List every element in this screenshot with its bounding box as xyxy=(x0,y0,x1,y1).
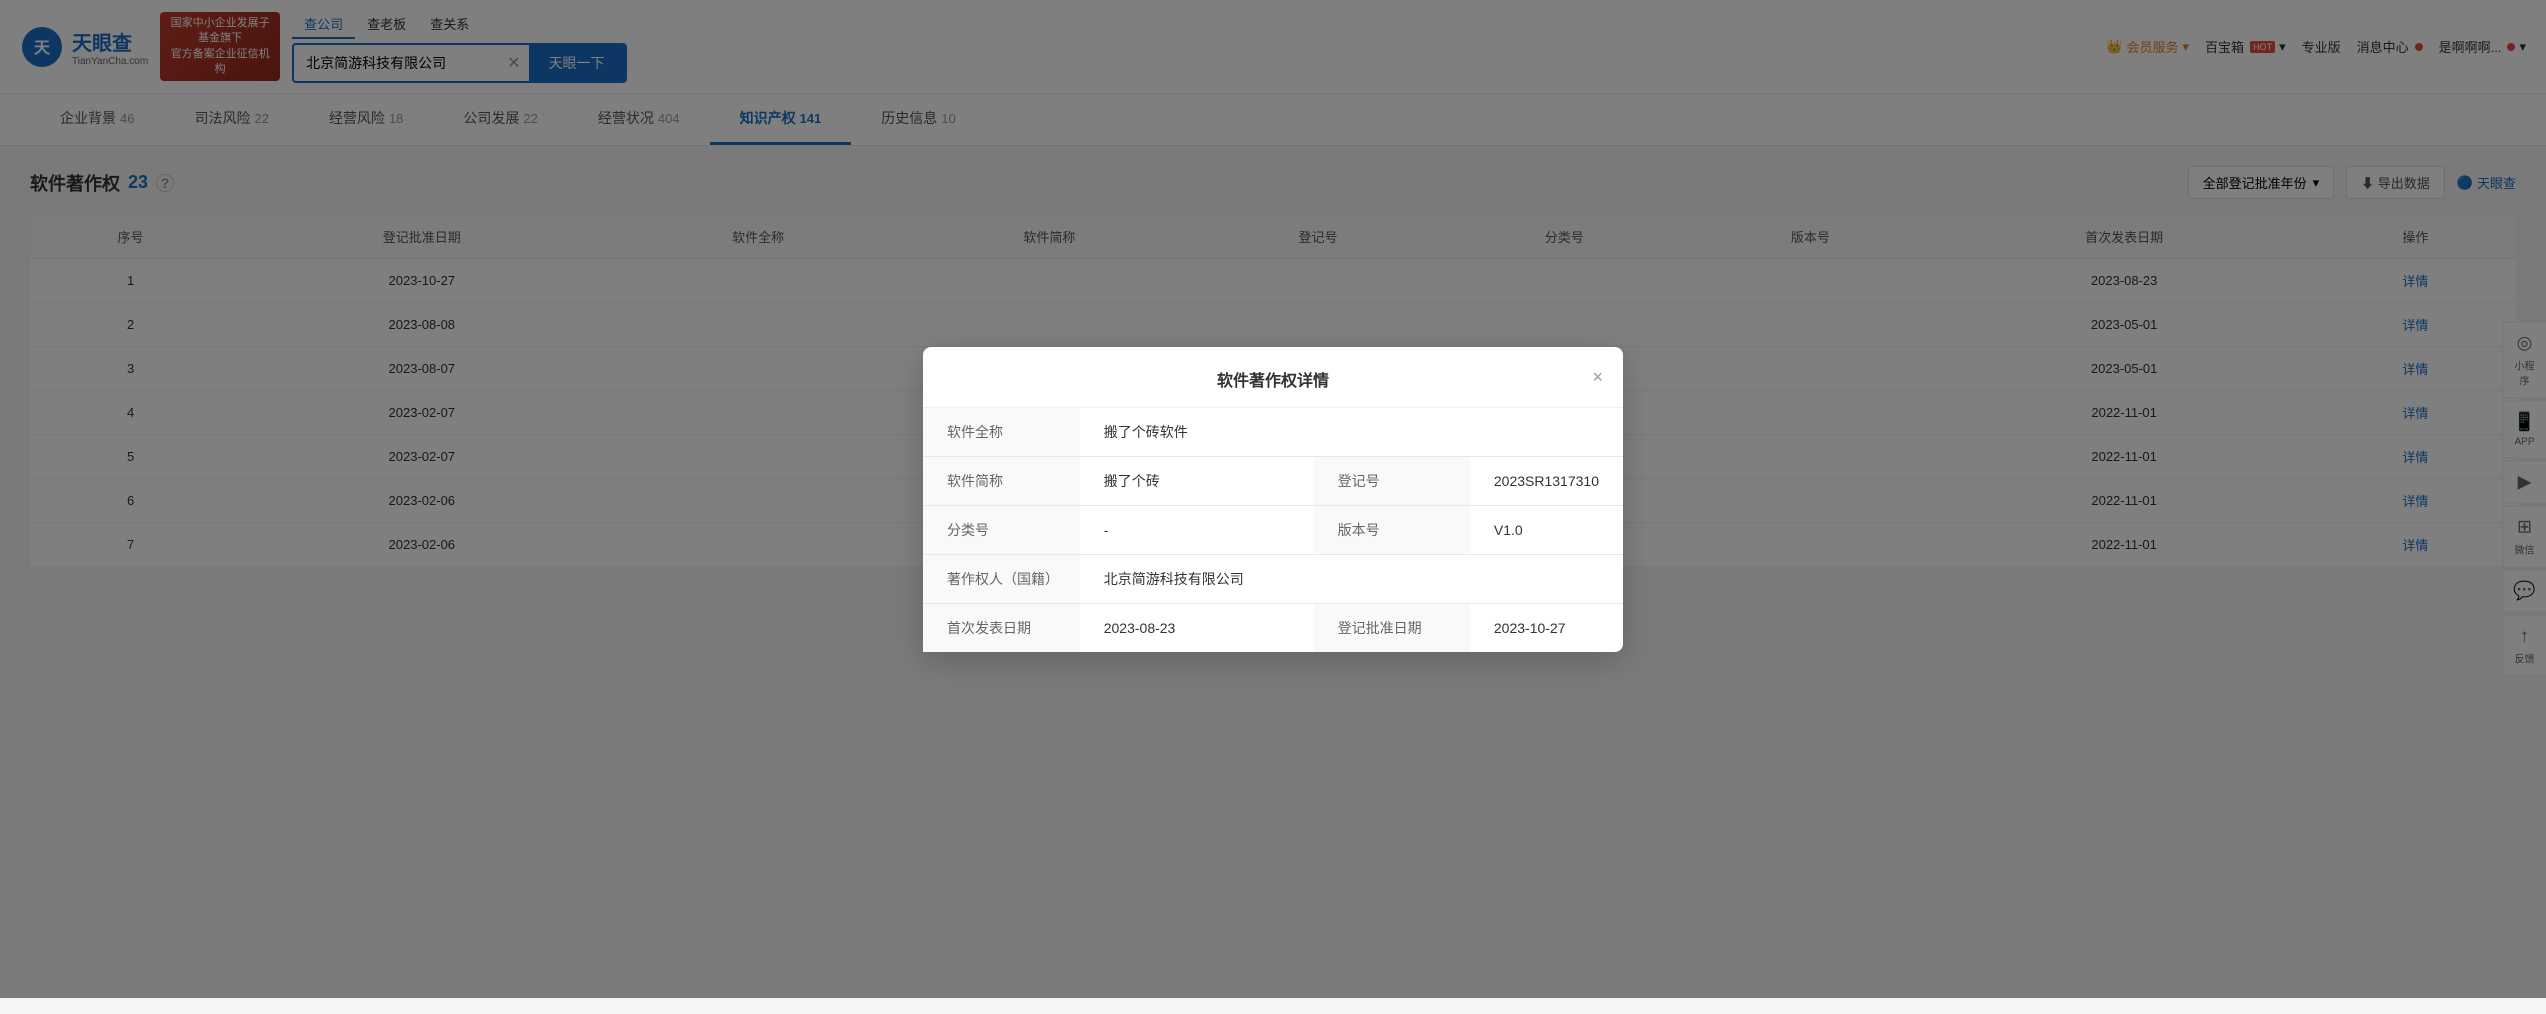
label-shortname: 软件简称 xyxy=(923,456,1080,505)
value-version: V1.0 xyxy=(1470,505,1623,554)
value-approvedate: 2023-10-27 xyxy=(1470,603,1623,652)
value-regno: 2023SR1317310 xyxy=(1470,456,1623,505)
value-owner: 北京简游科技有限公司 xyxy=(1080,554,1623,603)
detail-row-shortname: 软件简称 搬了个砖 登记号 2023SR1317310 xyxy=(923,456,1623,505)
value-catno: - xyxy=(1080,505,1314,554)
label-fullname: 软件全称 xyxy=(923,408,1080,457)
label-approvedate: 登记批准日期 xyxy=(1314,603,1470,652)
detail-table: 软件全称 搬了个砖软件 软件简称 搬了个砖 登记号 2023SR1317310 … xyxy=(923,408,1623,652)
modal-header: 软件著作权详情 × xyxy=(923,347,1623,408)
detail-row-owner: 著作权人（国籍） 北京简游科技有限公司 xyxy=(923,554,1623,603)
modal-overlay[interactable]: 软件著作权详情 × 软件全称 搬了个砖软件 软件简称 搬了个砖 登记号 2023… xyxy=(0,0,2546,998)
value-shortname: 搬了个砖 xyxy=(1080,456,1314,505)
label-pubdate: 首次发表日期 xyxy=(923,603,1080,652)
label-version: 版本号 xyxy=(1314,505,1470,554)
label-catno: 分类号 xyxy=(923,505,1080,554)
modal-dialog: 软件著作权详情 × 软件全称 搬了个砖软件 软件简称 搬了个砖 登记号 2023… xyxy=(923,347,1623,652)
modal-title: 软件著作权详情 xyxy=(1217,367,1329,391)
label-regno: 登记号 xyxy=(1314,456,1470,505)
detail-row-pubdate: 首次发表日期 2023-08-23 登记批准日期 2023-10-27 xyxy=(923,603,1623,652)
modal-close-button[interactable]: × xyxy=(1592,368,1603,386)
detail-row-fullname: 软件全称 搬了个砖软件 xyxy=(923,408,1623,457)
value-fullname: 搬了个砖软件 xyxy=(1080,408,1623,457)
label-owner: 著作权人（国籍） xyxy=(923,554,1080,603)
modal-body: 软件全称 搬了个砖软件 软件简称 搬了个砖 登记号 2023SR1317310 … xyxy=(923,408,1623,652)
detail-row-catno: 分类号 - 版本号 V1.0 xyxy=(923,505,1623,554)
value-pubdate: 2023-08-23 xyxy=(1080,603,1314,652)
